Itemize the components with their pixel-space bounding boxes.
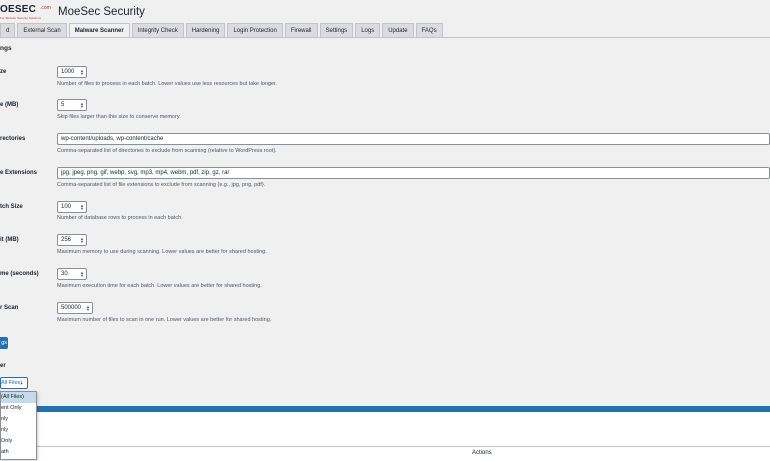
db-batch-size-value: 100	[61, 204, 72, 210]
excluded-extensions-label: e Extensions	[0, 170, 38, 176]
max-files-per-scan-input[interactable]: 500000 ▲ ▼	[57, 302, 93, 314]
tab-divider	[0, 37, 770, 38]
max-files-per-scan-description: Maximum number of files to scan in one r…	[57, 317, 272, 323]
db-batch-size-label: tch Size	[0, 204, 23, 210]
spinner-icon[interactable]: ▲ ▼	[80, 237, 84, 244]
results-table-header	[0, 446, 770, 461]
dropdown-option[interactable]: (All Files)	[1, 392, 36, 403]
memory-limit-description: Maximum memory to use during scanning. L…	[57, 249, 267, 255]
logo-tagline: For Website Security Solutions	[0, 16, 41, 20]
settings-heading: ngs	[0, 45, 12, 52]
execution-time-label: me (seconds)	[0, 271, 39, 277]
tab-dashboard[interactable]: d	[0, 23, 16, 37]
tab-malware-scanner[interactable]: Malware Scanner	[68, 23, 130, 38]
tab-settings[interactable]: Settings	[319, 23, 354, 37]
dropdown-option[interactable]: Only	[1, 436, 36, 447]
max-file-size-description: Skip files larger than this size to cons…	[57, 114, 181, 120]
memory-limit-value: 256	[61, 237, 72, 243]
tab-update[interactable]: Update	[382, 23, 414, 37]
excluded-extensions-input[interactable]: jpg, jpeg, png, gif, webp, svg, mp3, mp4…	[57, 167, 770, 179]
batch-size-label: ze	[0, 69, 7, 75]
tab-bar: d External Scan Malware Scanner Integrit…	[0, 23, 445, 38]
excluded-directories-description: Comma-separated list of directories to e…	[57, 148, 277, 154]
db-batch-size-description: Number of database rows to process in ea…	[57, 215, 183, 221]
execution-time-description: Maximum execution time for each batch. L…	[57, 283, 262, 289]
filter-label: er	[0, 363, 6, 369]
tab-hardening[interactable]: Hardening	[185, 23, 226, 37]
tab-login-protection[interactable]: Login Protection	[227, 23, 283, 37]
spinner-icon[interactable]: ▲ ▼	[80, 204, 84, 211]
batch-size-input[interactable]: 1000 ▲ ▼	[57, 66, 87, 78]
tab-integrity-check[interactable]: Integrity Check	[131, 23, 184, 37]
execution-time-value: 30	[61, 271, 68, 277]
scan-type-dropdown: (All Files) ent Only nly nly Only ath	[0, 391, 37, 460]
tab-external-scan[interactable]: External Scan	[17, 23, 67, 37]
batch-size-value: 1000	[61, 69, 75, 75]
excluded-directories-input[interactable]: wp-content/uploads, wp-content/cache	[57, 133, 770, 145]
max-file-size-value: 5	[61, 102, 65, 108]
spinner-icon[interactable]: ▲ ▼	[80, 271, 84, 278]
tab-faqs[interactable]: FAQs	[415, 23, 443, 37]
excluded-extensions-description: Comma-separated list of file extensions …	[57, 182, 266, 188]
tab-logs[interactable]: Logs	[355, 23, 381, 37]
max-file-size-label: e (MB)	[0, 102, 19, 108]
page-title: MoeSec Security	[58, 6, 145, 18]
db-batch-size-input[interactable]: 100 ▲ ▼	[57, 201, 87, 213]
logo-mark: .com	[40, 5, 51, 11]
max-files-per-scan-value: 500000	[61, 305, 82, 311]
actions-column-header: Actions	[472, 450, 492, 456]
scan-type-select[interactable]: All Files) ⌄	[0, 377, 28, 389]
max-files-per-scan-label: r Scan	[0, 305, 19, 311]
max-file-size-input[interactable]: 5 ▲ ▼	[57, 99, 87, 111]
dropdown-option[interactable]: ath	[1, 447, 36, 458]
execution-time-input[interactable]: 30 ▲ ▼	[57, 268, 87, 280]
dropdown-option[interactable]: ent Only	[1, 403, 36, 414]
brand-logo: OESEC .com For Website Security Solution…	[0, 4, 51, 20]
save-settings-button[interactable]: gs	[0, 337, 8, 349]
logo-text: OESEC	[0, 4, 37, 15]
dropdown-option[interactable]: nly	[1, 414, 36, 425]
memory-limit-label: it (MB)	[0, 237, 19, 243]
spinner-icon[interactable]: ▲ ▼	[80, 69, 84, 76]
batch-size-description: Number of files to process in each batch…	[57, 81, 278, 87]
chevron-down-icon: ⌄	[19, 380, 24, 386]
excluded-directories-label: rectories	[0, 136, 26, 142]
tab-firewall[interactable]: Firewall	[284, 23, 318, 37]
spinner-icon[interactable]: ▲ ▼	[80, 102, 84, 109]
memory-limit-input[interactable]: 256 ▲ ▼	[57, 234, 87, 246]
spinner-icon[interactable]: ▲ ▼	[86, 305, 90, 312]
dropdown-option[interactable]: nly	[1, 425, 36, 436]
